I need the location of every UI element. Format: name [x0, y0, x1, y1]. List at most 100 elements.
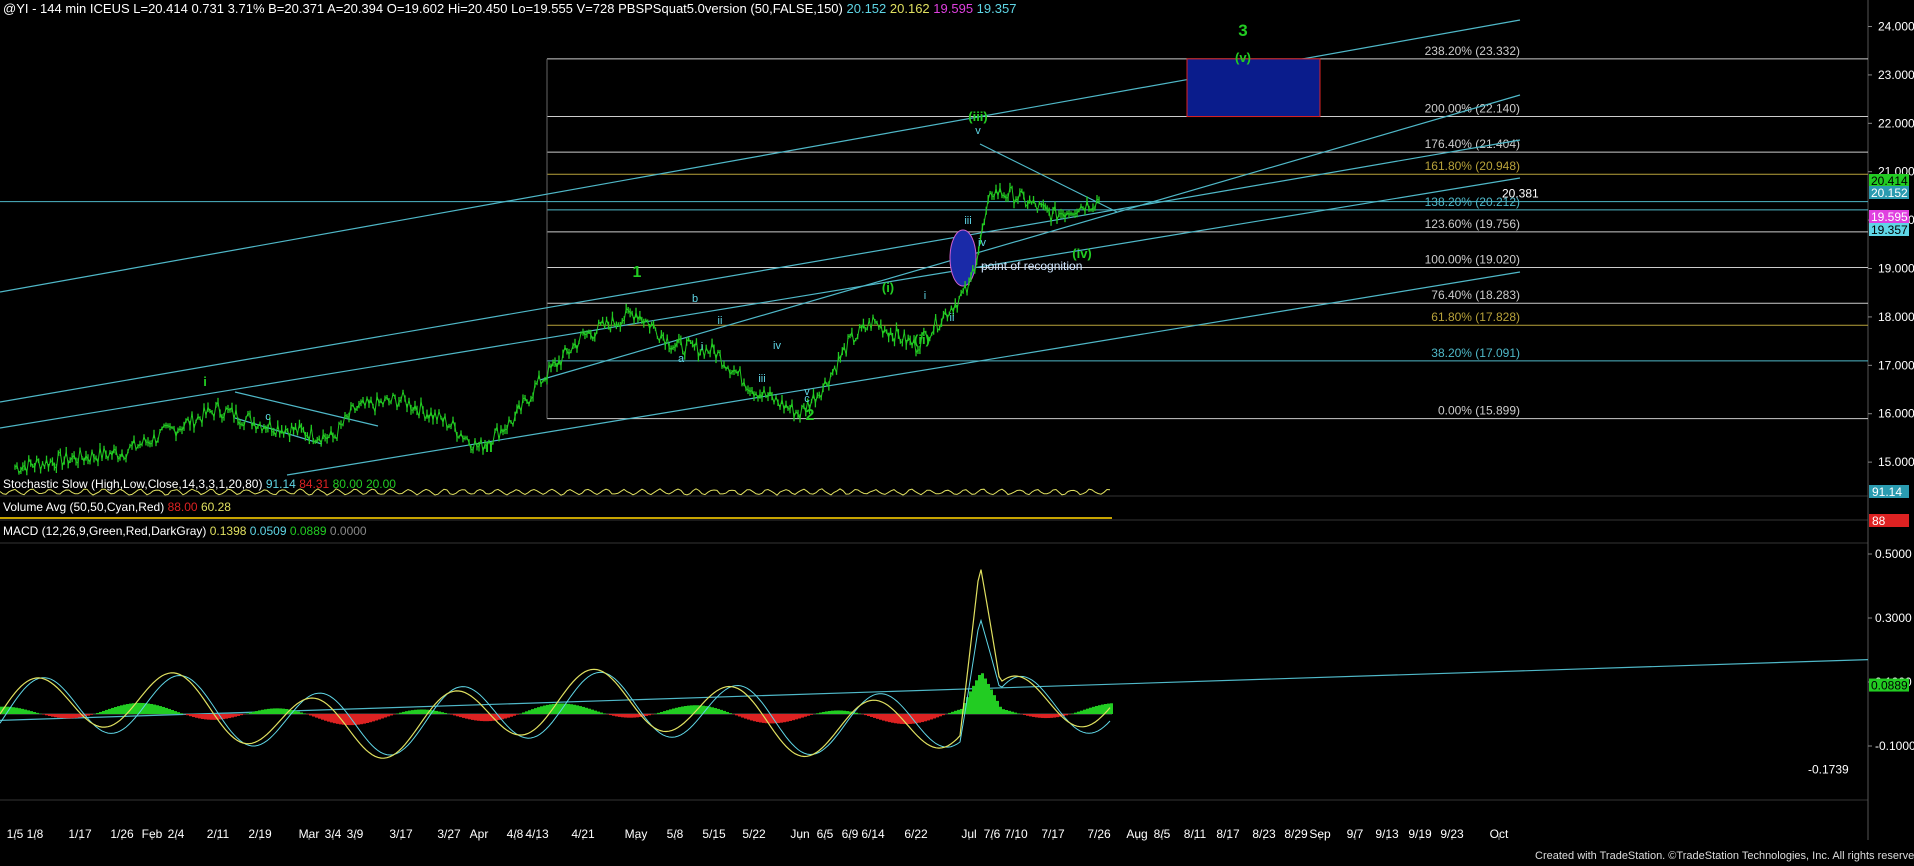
- macd-histogram-bar: [324, 714, 327, 721]
- macd-histogram-bar: [612, 714, 615, 716]
- macd-histogram-bar: [252, 711, 255, 714]
- chart-canvas: 1/5 1/8 1/17 1/26 Feb 2/4 2/11 2/19 Mar 3/4 3/9 3/1…: [0, 0, 1914, 866]
- macd-histogram-bar: [186, 714, 189, 716]
- macd-histogram-bar: [1032, 714, 1035, 717]
- volume-avg-label: Volume Avg (50,50,Cyan,Red): [3, 500, 165, 514]
- macd-histogram-bar: [228, 714, 231, 719]
- macd-histogram-bar: [54, 714, 57, 718]
- macd-histogram-bar: [621, 714, 624, 718]
- wave-label: i: [924, 290, 926, 302]
- macd-histogram-bar: [981, 673, 984, 714]
- macd-histogram-bar: [399, 712, 402, 714]
- macd-histogram-bar: [438, 711, 441, 714]
- macd-histogram-bar: [516, 714, 519, 715]
- macd-histogram-bar: [987, 683, 990, 714]
- macd-histogram-bar: [507, 714, 510, 718]
- x-tick-label: 4/21: [571, 827, 595, 841]
- x-tick-label: 6/14: [861, 827, 885, 841]
- wave-label: (iii): [968, 109, 988, 124]
- stochastic-header: Stochastic Slow (High,Low,Close,14,3,3,1…: [3, 477, 396, 491]
- x-tick-label: 3/27: [437, 827, 461, 841]
- macd-histogram-bar: [369, 714, 372, 723]
- macd-histogram-bar: [87, 714, 90, 716]
- macd-histogram-bar: [1035, 714, 1038, 718]
- x-tick-label: 1/26: [110, 827, 134, 841]
- wave-label: (ii): [914, 332, 930, 347]
- x-tick-label: 9/7: [1347, 827, 1364, 841]
- macd-histogram-bar: [105, 709, 108, 714]
- macd-histogram-bar: [402, 711, 405, 714]
- macd-histogram-bar: [933, 714, 936, 719]
- wave-label: i: [701, 341, 703, 353]
- x-tick-label: 7/26: [1087, 827, 1111, 841]
- macd-histogram-bar: [777, 714, 780, 724]
- macd-histogram-bar: [222, 714, 225, 720]
- macd-histogram-bar: [522, 712, 525, 714]
- fib-label: 161.80% (20.948): [1425, 159, 1520, 173]
- macd-histogram-bar: [687, 705, 690, 714]
- macd-histogram-bar: [282, 708, 285, 714]
- wave-label: b: [692, 293, 698, 305]
- macd-histogram-bar: [729, 713, 732, 714]
- macd-histogram-bar: [543, 705, 546, 714]
- x-tick-label: 8/23: [1252, 827, 1276, 841]
- wave-label: 2: [806, 407, 815, 424]
- macd-histogram-bar: [444, 712, 447, 714]
- macd-histogram-bar: [1050, 714, 1053, 718]
- macd-histogram-bar: [1080, 710, 1083, 714]
- macd-histogram-bar: [12, 707, 15, 714]
- x-tick-label: 1/17: [68, 827, 92, 841]
- macd-histogram-bar: [795, 714, 798, 720]
- macd-histogram-bar: [1026, 714, 1029, 716]
- macd-histogram-bar: [1074, 712, 1077, 714]
- macd-header: MACD (12,26,9,Green,Red,DarkGray) 0.1398…: [3, 524, 367, 538]
- stochastic-badge-label: 91.14: [1872, 485, 1902, 499]
- macd-histogram-bar: [198, 714, 201, 719]
- macd-histogram-bar: [741, 714, 744, 718]
- macd-histogram-bar: [984, 678, 987, 714]
- macd-histogram-bar: [645, 714, 648, 716]
- macd-histogram-bar: [117, 706, 120, 714]
- macd-histogram-bar: [156, 705, 159, 714]
- macd-histogram-bar: [300, 712, 303, 714]
- macd-histogram-bar: [474, 714, 477, 721]
- macd-histogram-bar: [804, 714, 807, 717]
- macd-histogram-bar: [294, 710, 297, 714]
- x-tick-label: 4/8: [507, 827, 524, 841]
- macd-histogram-bar: [786, 714, 789, 722]
- price-change-pct: 3.71%: [227, 1, 265, 16]
- macd-histogram-bar: [1017, 713, 1020, 714]
- macd-histogram-bar: [240, 714, 243, 716]
- x-tick-label: 3/4: [325, 827, 342, 841]
- symbol-label: @YI - 144 min ICEUS: [3, 1, 130, 16]
- macd-histogram-bar: [528, 710, 531, 714]
- macd-histogram-bar: [111, 707, 114, 714]
- macd-histogram-bar: [864, 714, 867, 716]
- axis-badge-label: 20.152: [1871, 186, 1908, 200]
- macd-histogram-bar: [114, 706, 117, 714]
- macd-histogram-bar: [453, 714, 456, 716]
- macd-histogram-bar: [942, 714, 945, 716]
- macd-histogram-bar: [630, 714, 633, 718]
- macd-histogram-bar: [624, 714, 627, 718]
- macd-histogram-bar: [60, 714, 63, 719]
- macd-histogram-bar: [837, 710, 840, 714]
- macd-histogram-bar: [534, 708, 537, 714]
- x-tick-label: 4/13: [525, 827, 549, 841]
- macd-histogram-bar: [120, 705, 123, 714]
- macd-histogram-bar: [537, 707, 540, 714]
- macd-histogram-bar: [921, 714, 924, 723]
- x-tick-label: 5/22: [742, 827, 766, 841]
- macd-histogram-bar: [681, 706, 684, 714]
- macd-histogram-bar: [18, 708, 21, 714]
- macd-histogram-bar: [135, 702, 138, 714]
- indicator-value-2: 20.162: [889, 1, 930, 16]
- macd-histogram-bar: [42, 714, 45, 715]
- macd-histogram-bar: [531, 709, 534, 714]
- x-tick-label: 5/15: [702, 827, 726, 841]
- macd-histogram-bar: [546, 704, 549, 714]
- macd-histogram-bar: [570, 704, 573, 714]
- macd-histogram-bar: [321, 714, 324, 720]
- wave-label: 1: [633, 264, 642, 281]
- footer-credit: Created with TradeStation. ©TradeStation…: [1535, 850, 1914, 862]
